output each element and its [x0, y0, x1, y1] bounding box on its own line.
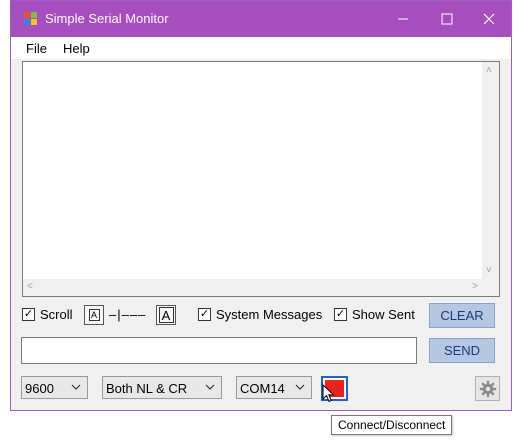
gear-icon [479, 380, 496, 397]
menu-help[interactable]: Help [63, 41, 90, 56]
font-size-slider[interactable]: –|––– [109, 307, 146, 322]
scroll-up-icon[interactable]: ˄ [486, 66, 492, 76]
show-sent-checkbox[interactable]: ✓ [334, 308, 347, 321]
chevron-down-icon [71, 384, 81, 390]
connect-tooltip: Connect/Disconnect [331, 415, 453, 435]
line-ending-select[interactable]: Both NL & CR [102, 376, 222, 399]
app-icon [24, 12, 38, 26]
mouse-pointer-icon [322, 384, 335, 403]
settings-button[interactable] [475, 376, 500, 401]
menu-file[interactable]: File [26, 41, 47, 56]
scroll-down-icon[interactable]: ˅ [486, 266, 492, 276]
chevron-down-icon [295, 384, 305, 390]
close-button[interactable] [467, 1, 511, 37]
scroll-checkbox[interactable]: ✓ [22, 308, 35, 321]
close-icon [483, 13, 495, 25]
serial-output-area[interactable]: ˄ ˅ ˂ ˃ [22, 61, 500, 297]
vertical-scrollbar[interactable]: ˄ ˅ [482, 62, 499, 280]
window-title: Simple Serial Monitor [45, 11, 169, 26]
title-bar[interactable]: Simple Serial Monitor [11, 1, 511, 37]
send-input[interactable] [21, 337, 417, 364]
port-select[interactable]: COM14 [236, 376, 312, 399]
font-small-icon: A [88, 309, 100, 321]
maximize-button[interactable] [425, 1, 469, 37]
system-messages-label: System Messages [216, 307, 323, 322]
baud-rate-select[interactable]: 9600 [21, 376, 88, 399]
scroll-left-icon[interactable]: ˂ [27, 282, 33, 292]
scrollbar-corner [482, 279, 499, 296]
menu-bar: File Help [11, 37, 511, 59]
line-ending-value: Both NL & CR [106, 381, 188, 396]
baud-rate-value: 9600 [25, 381, 54, 396]
show-sent-label: Show Sent [352, 307, 415, 322]
font-larger-button[interactable]: A [156, 305, 176, 325]
send-button[interactable]: SEND [429, 338, 495, 363]
font-smaller-button[interactable]: A [84, 305, 104, 325]
horizontal-scrollbar[interactable]: ˂ ˃ [23, 279, 482, 296]
maximize-icon [441, 13, 453, 25]
font-large-icon: A [158, 307, 174, 323]
chevron-down-icon [205, 384, 215, 390]
app-window: Simple Serial Monitor File Help ˄ ˅ ˂ ˃ … [10, 0, 512, 411]
port-value: COM14 [240, 381, 285, 396]
system-messages-checkbox[interactable]: ✓ [198, 308, 211, 321]
scroll-right-icon[interactable]: ˃ [472, 282, 478, 292]
clear-button[interactable]: CLEAR [429, 303, 495, 328]
minimize-icon [398, 18, 408, 20]
scroll-label: Scroll [40, 307, 73, 322]
minimize-button[interactable] [381, 1, 425, 37]
